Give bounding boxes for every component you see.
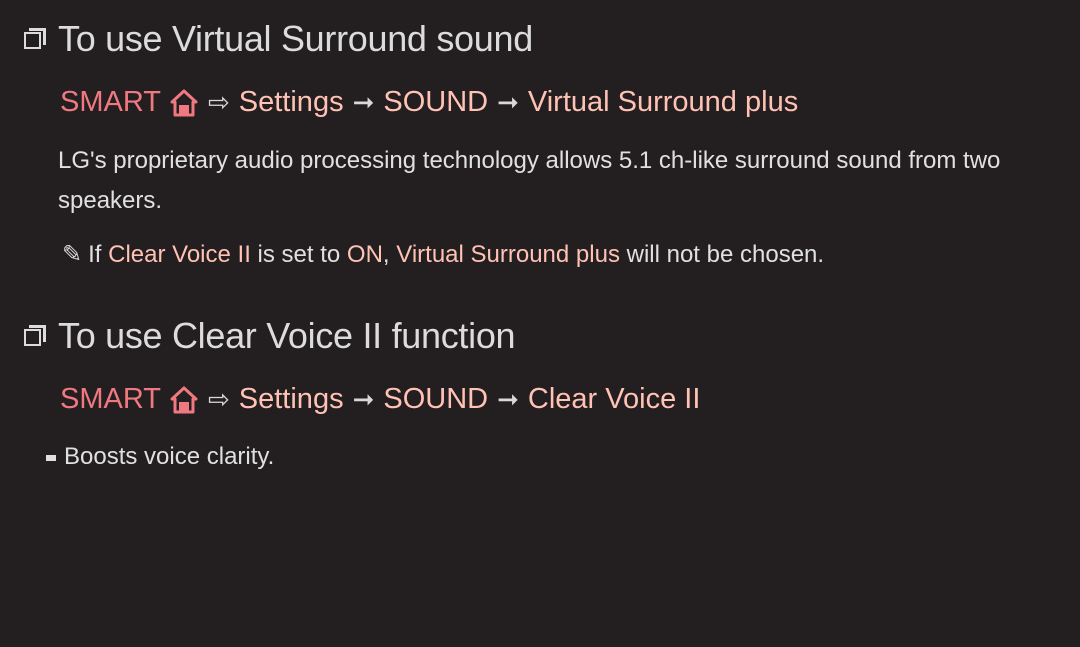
- section-heading-virtual-surround: To use Virtual Surround sound: [24, 18, 533, 60]
- heading-text: To use Clear Voice II function: [58, 315, 516, 356]
- arrow-icon: ➞: [352, 87, 375, 117]
- note-highlight-virtual-surround: Virtual Surround plus: [396, 241, 620, 268]
- arrow-icon: ➞: [352, 384, 375, 414]
- note-highlight-on: ON: [346, 241, 383, 268]
- checkbox-square-icon: [24, 325, 46, 347]
- home-icon: [170, 89, 198, 116]
- crumb-clear-voice: Clear Voice II: [527, 383, 701, 415]
- checkbox-square-icon: [24, 28, 46, 50]
- home-icon: [170, 386, 198, 413]
- crumb-settings: Settings: [238, 86, 344, 118]
- pencil-icon: ✎: [62, 241, 83, 268]
- description-text: Boosts voice clarity.: [64, 443, 275, 470]
- menu-path-clear-voice: SMART ⇨ Settings ➞ SOUND ➞ Clear Voice I…: [60, 383, 700, 416]
- note-text: will not be chosen.: [619, 241, 825, 268]
- open-arrow-icon: ⇨: [207, 87, 230, 117]
- virtual-surround-note: ✎ If Clear Voice II is set to ON, Virtual…: [62, 240, 824, 269]
- crumb-settings: Settings: [238, 383, 344, 415]
- crumb-virtual-surround-plus: Virtual Surround plus: [527, 86, 799, 118]
- arrow-icon: ➞: [497, 87, 519, 117]
- section-heading-clear-voice: To use Clear Voice II function: [24, 315, 516, 357]
- bullet-icon: [46, 454, 56, 461]
- smart-label: SMART: [60, 86, 161, 118]
- crumb-sound: SOUND: [383, 86, 489, 118]
- virtual-surround-description: LG's proprietary audio processing techno…: [58, 147, 1001, 214]
- menu-path-virtual-surround: SMART ⇨ Settings ➞ SOUND ➞ Virtual Surro…: [60, 86, 798, 119]
- smart-label: SMART: [60, 383, 161, 415]
- note-text: If: [88, 241, 109, 268]
- arrow-icon: ➞: [497, 384, 519, 414]
- open-arrow-icon: ⇨: [207, 384, 230, 414]
- crumb-sound: SOUND: [383, 383, 489, 415]
- note-text: is set to: [250, 241, 347, 268]
- clear-voice-description: Boosts voice clarity.: [46, 443, 274, 471]
- note-text: ,: [382, 241, 397, 268]
- note-highlight-clear-voice: Clear Voice II: [108, 241, 251, 268]
- heading-text: To use Virtual Surround sound: [58, 18, 533, 59]
